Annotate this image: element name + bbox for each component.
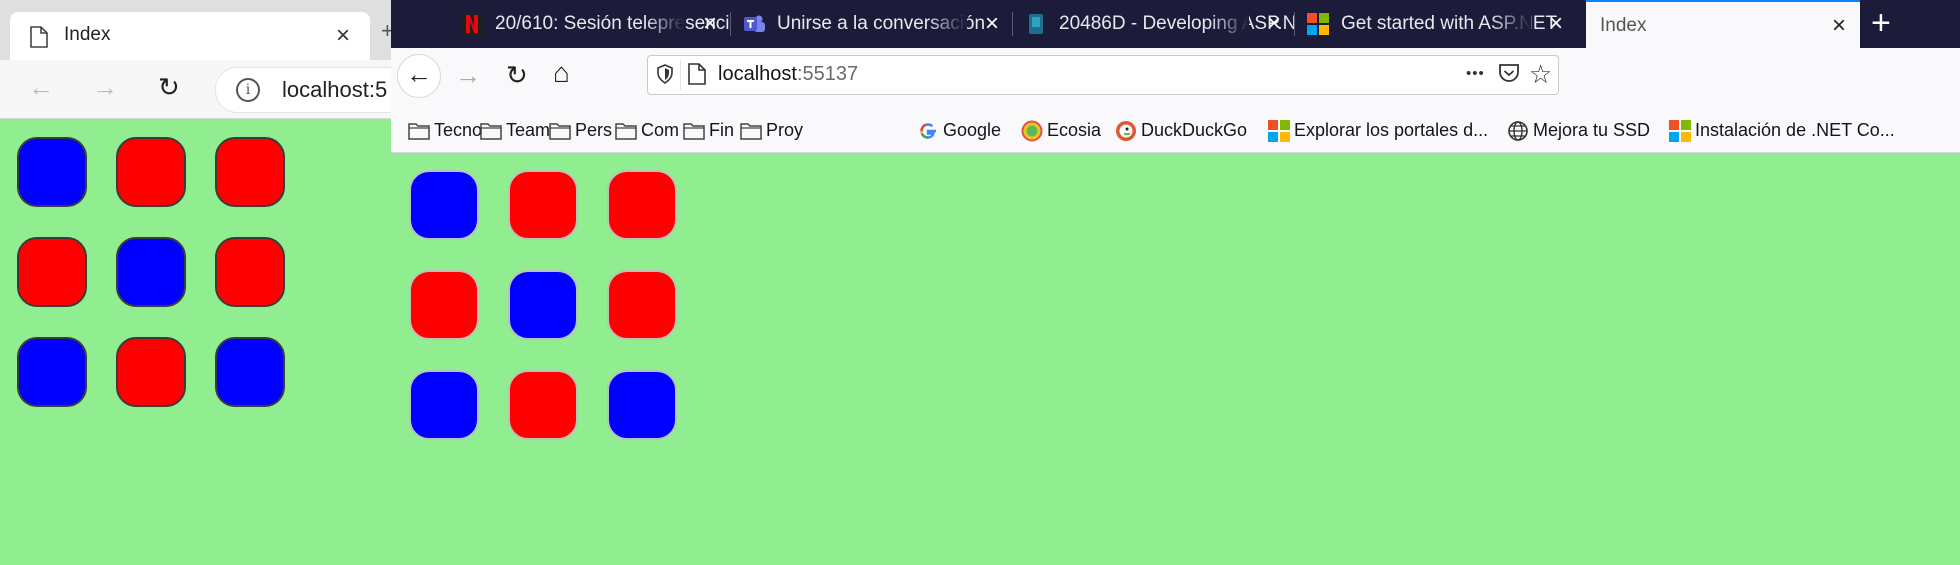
document-icon <box>30 26 48 53</box>
tile-blue[interactable] <box>215 337 285 407</box>
google-icon <box>917 120 939 142</box>
bookmark-label: Team <box>506 120 551 140</box>
folder-icon <box>615 120 637 142</box>
back-arrow-icon[interactable]: ← <box>28 72 54 103</box>
bookmark-label: Google <box>943 120 1002 140</box>
home-icon[interactable]: ⌂ <box>553 57 570 89</box>
reload-icon[interactable]: ↻ <box>506 60 528 91</box>
forward-arrow-icon[interactable]: → <box>92 72 118 103</box>
tile-blue[interactable] <box>409 370 479 440</box>
tile-red[interactable] <box>409 270 479 340</box>
bookmark-star-icon[interactable]: ☆ <box>1529 59 1552 90</box>
new-tab-button[interactable]: + <box>1871 4 1891 43</box>
globe-icon <box>1507 120 1529 142</box>
url-host: localhost <box>718 63 797 85</box>
tile-red[interactable] <box>215 137 285 207</box>
bookmark-label: DuckDuckGo <box>1141 120 1248 140</box>
tile-blue[interactable] <box>17 137 87 207</box>
bookmarks-toolbar: Tecno Team Pers Com Fin Proy Google Ecosia DuckD… <box>391 110 1960 153</box>
bookmark-label: Ecosia <box>1047 120 1102 140</box>
close-icon[interactable]: × <box>703 10 717 38</box>
tile-red[interactable] <box>215 237 285 307</box>
right-browser-window: 20/610: Sesión telepresencial × Unirse a… <box>391 0 1960 565</box>
netflix-icon <box>461 13 483 35</box>
tab-netflix[interactable]: 20/610: Sesión telepresencial × <box>449 0 731 48</box>
tile-blue[interactable] <box>409 170 479 240</box>
folder-icon <box>480 120 502 142</box>
duckduckgo-icon <box>1115 120 1137 142</box>
left-tab-index[interactable]: Index × <box>10 12 370 60</box>
folder-icon <box>408 120 430 142</box>
tab-course[interactable]: 20486D - Developing ASP.NET × <box>1013 0 1295 48</box>
bookmark-label: Explorar los portales d... <box>1294 120 1489 140</box>
bookmark-label: Proy <box>766 120 804 140</box>
close-icon[interactable]: × <box>985 10 999 38</box>
tile-blue[interactable] <box>508 270 578 340</box>
tab-fade <box>927 0 967 48</box>
bookmark-label: Fin <box>709 120 735 140</box>
tab-teams[interactable]: Unirse a la conversación × <box>731 0 1013 48</box>
microsoft-icon <box>1669 120 1691 142</box>
more-icon[interactable]: ••• <box>1466 65 1485 82</box>
new-tab-button[interactable]: + <box>381 18 391 44</box>
tab-aspnet[interactable]: Get started with ASP.NET × <box>1295 0 1577 48</box>
firefox-tab-strip: 20/610: Sesión telepresencial × Unirse a… <box>391 0 1960 48</box>
folder-icon <box>683 120 705 142</box>
folder-icon <box>549 120 571 142</box>
shield-icon[interactable] <box>657 64 673 89</box>
ecosia-icon <box>1021 120 1043 142</box>
folder-icon <box>740 120 762 142</box>
microsoft-icon <box>1268 120 1290 142</box>
url-divider <box>680 60 681 90</box>
info-icon[interactable]: i <box>236 78 260 102</box>
tab-label: Index <box>1600 15 1647 36</box>
book-icon <box>1025 13 1047 35</box>
tab-fade <box>645 0 685 48</box>
bookmark-label: Instalación de .NET Co... <box>1695 120 1895 140</box>
tab-index-active[interactable]: Index × <box>1586 0 1860 48</box>
left-tab-strip: Index × + <box>0 0 391 60</box>
tile-red[interactable] <box>607 170 677 240</box>
url-port: :55137 <box>796 63 859 85</box>
close-icon[interactable]: × <box>1832 12 1846 40</box>
tile-red[interactable] <box>116 137 186 207</box>
forward-arrow-icon[interactable]: → <box>455 60 481 91</box>
left-browser-window: Index × + ← → ↻ i localhost:5 <box>0 0 391 565</box>
left-toolbar: ← → ↻ i localhost:5 <box>0 60 391 119</box>
back-button[interactable]: ← <box>397 54 441 98</box>
close-icon[interactable]: × <box>1267 10 1281 38</box>
tile-red[interactable] <box>508 370 578 440</box>
bookmark-label: Com <box>641 120 680 140</box>
firefox-navigation-bar: ← → ↻ ⌂ localhost:55137 ••• ☆ <box>391 48 1960 110</box>
tile-red[interactable] <box>17 237 87 307</box>
bookmark-label: Mejora tu SSD <box>1533 120 1651 140</box>
back-arrow-icon: ← <box>406 59 432 89</box>
tab-label: 20/610: Sesión telepresencial <box>495 13 731 34</box>
pocket-icon[interactable] <box>1498 62 1520 90</box>
tab-fade <box>1491 0 1531 48</box>
page-icon <box>688 63 706 90</box>
bookmark-label: Pers <box>575 120 613 140</box>
tab-label: 20486D - Developing ASP.NET <box>1059 13 1295 34</box>
tab-fade <box>1209 0 1249 48</box>
url-text: localhost:55137 <box>718 63 858 86</box>
tile-blue[interactable] <box>607 370 677 440</box>
close-icon[interactable]: × <box>336 22 350 50</box>
refresh-icon[interactable]: ↻ <box>158 72 180 103</box>
microsoft-icon <box>1307 13 1329 35</box>
tile-red[interactable] <box>116 337 186 407</box>
close-icon[interactable]: × <box>1549 10 1563 38</box>
tile-red[interactable] <box>607 270 677 340</box>
tile-blue[interactable] <box>17 337 87 407</box>
tile-red[interactable] <box>508 170 578 240</box>
left-tab-title: Index <box>64 24 111 45</box>
left-address-text: localhost:5 <box>282 77 388 102</box>
url-bar[interactable]: localhost:55137 ••• ☆ <box>647 55 1559 95</box>
teams-icon <box>743 13 765 35</box>
left-address-bar[interactable]: i localhost:5 <box>215 67 391 113</box>
bookmark-label: Tecno <box>434 120 483 140</box>
tile-blue[interactable] <box>116 237 186 307</box>
